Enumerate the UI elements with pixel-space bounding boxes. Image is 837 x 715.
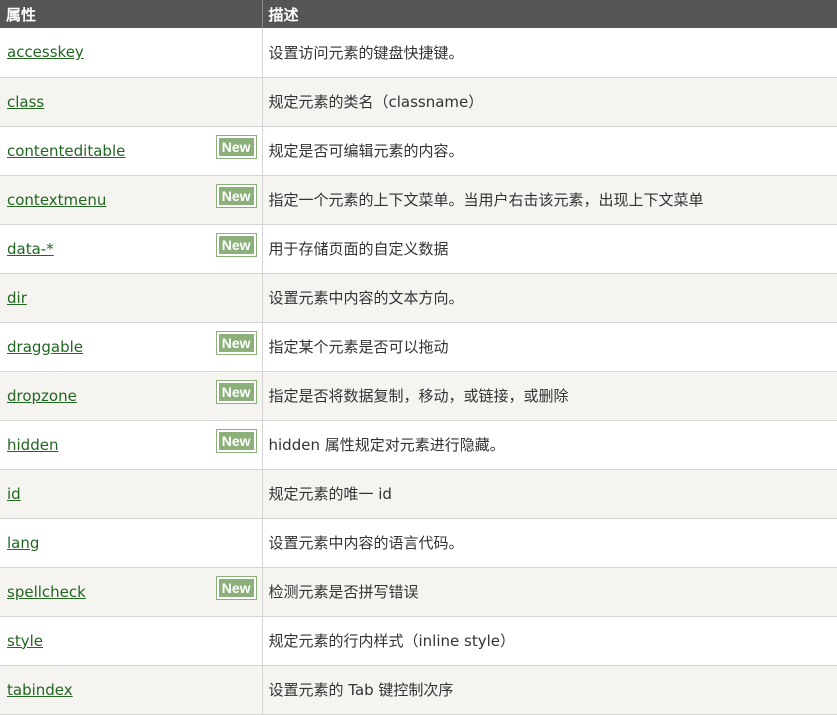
- attribute-link-tabindex[interactable]: tabindex: [7, 681, 73, 699]
- description-cell: 指定一个元素的上下文菜单。当用户右击该元素，出现上下文菜单: [262, 175, 837, 225]
- description-cell: 设置元素中内容的文本方向。: [262, 273, 837, 323]
- attribute-cell: draggable New: [0, 322, 263, 372]
- table-row: spellcheck New 检测元素是否拼写错误: [0, 567, 837, 617]
- table-row: hidden New hidden 属性规定对元素进行隐藏。: [0, 420, 837, 470]
- description-cell: 设置访问元素的键盘快捷键。: [262, 28, 837, 78]
- table-body: accesskey 设置访问元素的键盘快捷键。 class 规定元素的类名（cl…: [0, 28, 837, 715]
- table-row: id 规定元素的唯一 id: [0, 469, 837, 519]
- new-badge: New: [215, 330, 257, 355]
- attribute-cell: accesskey: [0, 28, 263, 78]
- table-row: contenteditable New 规定是否可编辑元素的内容。: [0, 126, 837, 176]
- attribute-cell: contenteditable New: [0, 126, 263, 176]
- description-cell: hidden 属性规定对元素进行隐藏。: [262, 420, 837, 470]
- table-row: tabindex 设置元素的 Tab 键控制次序: [0, 665, 837, 715]
- new-badge: New: [215, 379, 257, 404]
- new-badge: New: [215, 232, 257, 257]
- attribute-link-hidden[interactable]: hidden: [7, 436, 58, 454]
- attribute-link-style[interactable]: style: [7, 632, 43, 650]
- description-cell: 规定元素的类名（classname）: [262, 77, 837, 127]
- attribute-cell: data-* New: [0, 224, 263, 274]
- new-badge: New: [215, 428, 257, 453]
- table-header-row: 属性 描述: [0, 0, 837, 28]
- description-cell: 规定元素的唯一 id: [262, 469, 837, 519]
- attribute-cell: id: [0, 469, 263, 519]
- new-badge: New: [215, 183, 257, 208]
- description-cell: 规定是否可编辑元素的内容。: [262, 126, 837, 176]
- attribute-link-accesskey[interactable]: accesskey: [7, 43, 84, 61]
- table-row: data-* New 用于存储页面的自定义数据: [0, 224, 837, 274]
- table-row: style 规定元素的行内样式（inline style）: [0, 616, 837, 666]
- table-row: accesskey 设置访问元素的键盘快捷键。: [0, 28, 837, 78]
- table-row: draggable New 指定某个元素是否可以拖动: [0, 322, 837, 372]
- attribute-cell: tabindex: [0, 665, 263, 715]
- new-badge: New: [215, 575, 257, 600]
- attribute-cell: dir: [0, 273, 263, 323]
- description-cell: 检测元素是否拼写错误: [262, 567, 837, 617]
- attribute-link-class[interactable]: class: [7, 93, 44, 111]
- attribute-cell: style: [0, 616, 263, 666]
- attribute-cell: contextmenu New: [0, 175, 263, 225]
- header-description: 描述: [262, 0, 837, 28]
- attribute-link-dir[interactable]: dir: [7, 289, 27, 307]
- description-cell: 用于存储页面的自定义数据: [262, 224, 837, 274]
- header-attribute: 属性: [0, 0, 263, 28]
- description-cell: 设置元素中内容的语言代码。: [262, 518, 837, 568]
- attribute-link-contextmenu[interactable]: contextmenu: [7, 191, 106, 209]
- description-cell: 指定是否将数据复制，移动，或链接，或删除: [262, 371, 837, 421]
- description-cell: 指定某个元素是否可以拖动: [262, 322, 837, 372]
- table-row: dir 设置元素中内容的文本方向。: [0, 273, 837, 323]
- table-row: class 规定元素的类名（classname）: [0, 77, 837, 127]
- attributes-table: 属性 描述 accesskey 设置访问元素的键盘快捷键。 class 规定元素…: [0, 0, 837, 715]
- attribute-cell: lang: [0, 518, 263, 568]
- attribute-cell: hidden New: [0, 420, 263, 470]
- table-row: contextmenu New 指定一个元素的上下文菜单。当用户右击该元素，出现…: [0, 175, 837, 225]
- attribute-cell: spellcheck New: [0, 567, 263, 617]
- description-cell: 规定元素的行内样式（inline style）: [262, 616, 837, 666]
- new-badge: New: [215, 134, 257, 159]
- attribute-link-lang[interactable]: lang: [7, 534, 39, 552]
- table-row: dropzone New 指定是否将数据复制，移动，或链接，或删除: [0, 371, 837, 421]
- attribute-link-draggable[interactable]: draggable: [7, 338, 83, 356]
- attribute-link-dropzone[interactable]: dropzone: [7, 387, 77, 405]
- attribute-link-contenteditable[interactable]: contenteditable: [7, 142, 125, 160]
- table-row: lang 设置元素中内容的语言代码。: [0, 518, 837, 568]
- attribute-cell: dropzone New: [0, 371, 263, 421]
- attribute-link-id[interactable]: id: [7, 485, 21, 503]
- attribute-link-data[interactable]: data-*: [7, 240, 54, 258]
- attribute-link-spellcheck[interactable]: spellcheck: [7, 583, 86, 601]
- attribute-cell: class: [0, 77, 263, 127]
- description-cell: 设置元素的 Tab 键控制次序: [262, 665, 837, 715]
